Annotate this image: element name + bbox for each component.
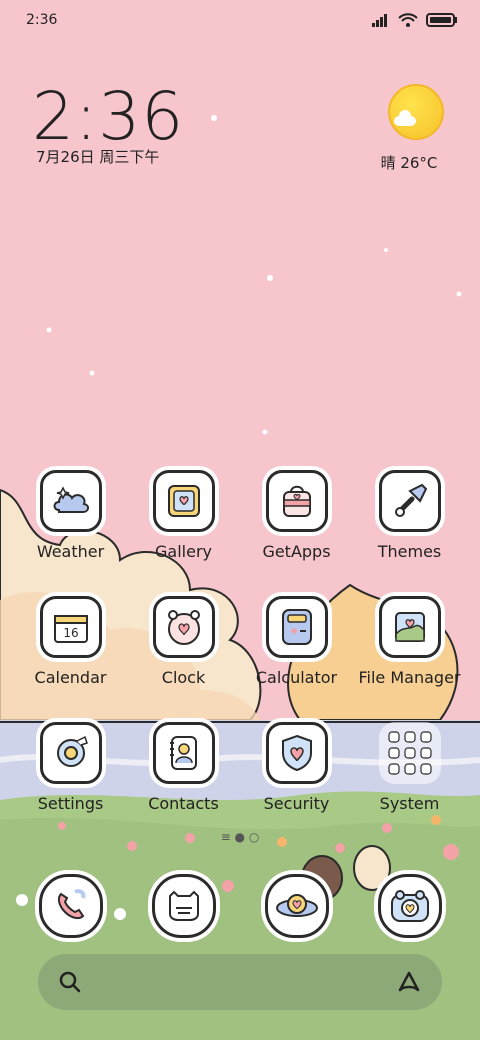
app-calculator[interactable]: Calculator bbox=[240, 588, 353, 714]
calculator-icon bbox=[265, 596, 328, 658]
messages-icon bbox=[151, 874, 216, 938]
app-grid: Weather Gallery GetApps Themes 16 Calend… bbox=[14, 462, 466, 840]
app-label: GetApps bbox=[262, 542, 331, 561]
app-clock[interactable]: Clock bbox=[127, 588, 240, 714]
security-icon bbox=[265, 722, 328, 784]
dock-messages[interactable] bbox=[127, 866, 240, 946]
dock-browser[interactable] bbox=[240, 866, 353, 946]
app-label: Calculator bbox=[255, 668, 338, 687]
dock bbox=[14, 866, 466, 946]
status-icons bbox=[372, 13, 458, 27]
clock-widget-date[interactable]: 7月26日 周三下午 bbox=[36, 146, 159, 167]
app-weather[interactable]: Weather bbox=[14, 462, 127, 588]
app-settings[interactable]: Settings bbox=[14, 714, 127, 840]
browser-icon bbox=[264, 874, 329, 938]
app-label: System bbox=[379, 794, 440, 813]
sun-cloud-icon bbox=[388, 84, 444, 140]
wifi-icon bbox=[398, 13, 418, 27]
app-label: Weather bbox=[36, 542, 105, 561]
dock-camera[interactable] bbox=[353, 866, 466, 946]
status-bar: 2:36 bbox=[0, 0, 480, 40]
contacts-icon bbox=[152, 722, 215, 784]
calendar-icon: 16 bbox=[39, 596, 102, 658]
weather-widget[interactable]: 晴 26°C bbox=[381, 84, 446, 173]
getapps-icon bbox=[265, 470, 328, 532]
app-themes[interactable]: Themes bbox=[353, 462, 466, 588]
app-label: Gallery bbox=[155, 542, 212, 561]
app-file-manager[interactable]: File Manager bbox=[353, 588, 466, 714]
phone-icon bbox=[38, 874, 103, 938]
calendar-day-badge: 16 bbox=[63, 626, 78, 640]
weather-icon bbox=[39, 470, 102, 532]
app-getapps[interactable]: GetApps bbox=[240, 462, 353, 588]
settings-icon bbox=[39, 722, 102, 784]
system-folder-icon bbox=[378, 722, 441, 784]
app-gallery[interactable]: Gallery bbox=[127, 462, 240, 588]
app-label: Calendar bbox=[34, 668, 107, 687]
app-label: Themes bbox=[377, 542, 442, 561]
file-manager-icon bbox=[378, 596, 441, 658]
app-calendar[interactable]: 16 Calendar bbox=[14, 588, 127, 714]
camera-icon bbox=[377, 874, 442, 938]
app-label: Settings bbox=[37, 794, 104, 813]
battery-icon bbox=[426, 13, 457, 27]
search-icon[interactable] bbox=[58, 970, 82, 994]
app-label: Clock bbox=[161, 668, 206, 687]
app-label: Contacts bbox=[148, 794, 219, 813]
signal-icon bbox=[372, 14, 387, 27]
clock-widget-time[interactable]: 2:36 bbox=[32, 78, 184, 155]
weather-condition-temp: 晴 26°C bbox=[380, 154, 438, 172]
app-label: File Manager bbox=[358, 668, 461, 687]
page-indicator[interactable]: ≡ ● ○ bbox=[0, 830, 480, 844]
app-label: Security bbox=[263, 794, 330, 813]
app-security[interactable]: Security bbox=[240, 714, 353, 840]
gallery-icon bbox=[152, 470, 215, 532]
status-time: 2:36 bbox=[26, 12, 58, 28]
dock-phone[interactable] bbox=[14, 866, 127, 946]
app-contacts[interactable]: Contacts bbox=[127, 714, 240, 840]
themes-icon bbox=[378, 470, 441, 532]
assistant-icon[interactable] bbox=[396, 970, 422, 994]
app-system-folder[interactable]: System bbox=[353, 714, 466, 840]
clock-icon bbox=[152, 596, 215, 658]
search-bar[interactable] bbox=[38, 954, 442, 1010]
